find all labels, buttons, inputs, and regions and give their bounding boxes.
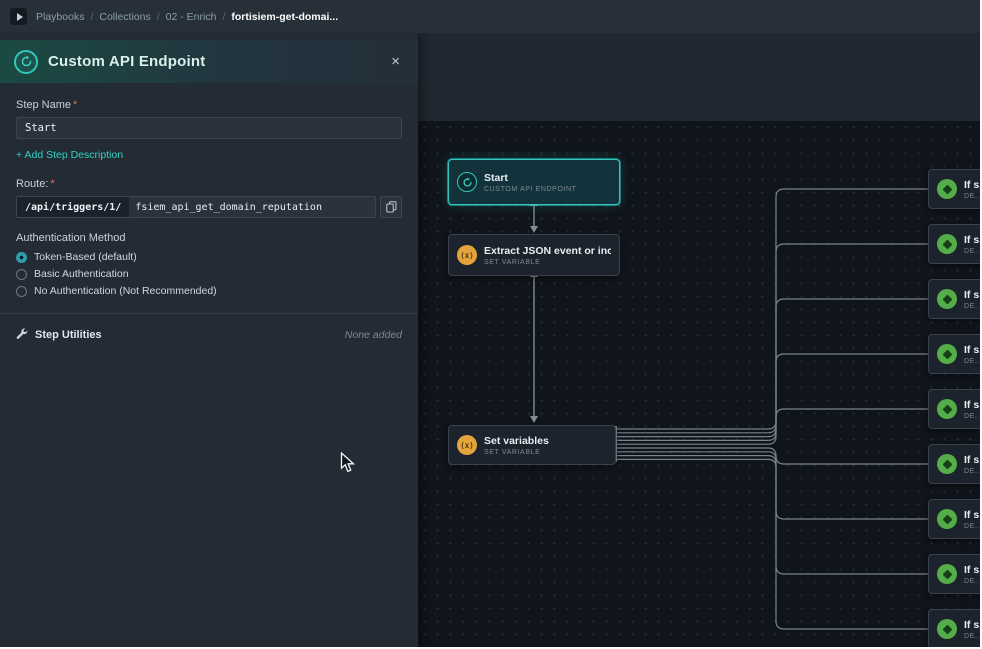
condition-node[interactable]: If s... DE... <box>928 279 980 319</box>
decision-icon <box>937 289 957 309</box>
variable-glyph: (x) <box>460 441 474 450</box>
node-title: Extract JSON event or inc... <box>484 245 611 257</box>
utilities-status: None added <box>345 329 402 341</box>
required-marker: * <box>73 99 77 111</box>
required-marker: * <box>50 178 54 190</box>
route-input[interactable] <box>129 197 375 217</box>
node-title: If s... <box>964 619 980 631</box>
node-title: Start <box>484 172 611 184</box>
node-subtitle: DE... <box>964 358 980 365</box>
decision-icon <box>937 179 957 199</box>
radio-icon[interactable] <box>16 269 27 280</box>
step-name-label: Step Name* <box>16 99 402 111</box>
breadcrumb-current: fortisiem-get-domai... <box>231 11 338 23</box>
radio-icon[interactable] <box>16 286 27 297</box>
node-subtitle: DE... <box>964 523 980 530</box>
play-icon <box>17 13 23 21</box>
decision-icon <box>937 344 957 364</box>
set-variables-node[interactable]: (x) Set variables SET VARIABLE <box>448 425 616 465</box>
node-subtitle: DE... <box>964 248 980 255</box>
node-title: If s... <box>964 179 980 191</box>
app-window: Playbooks / Collections / 02 - Enrich / fortis… <box>0 0 980 647</box>
node-title: If s... <box>964 289 980 301</box>
node-title: Set variables <box>484 435 607 447</box>
node-subtitle: DE... <box>964 468 980 475</box>
set-variable-icon: (x) <box>457 435 477 455</box>
node-title: If s... <box>964 454 980 466</box>
set-variable-icon: (x) <box>457 245 477 265</box>
node-title: If s... <box>964 399 980 411</box>
node-subtitle: DE... <box>964 578 980 585</box>
node-subtitle: CUSTOM API ENDPOINT <box>484 186 611 193</box>
breadcrumb-link[interactable]: Collections <box>99 11 150 23</box>
node-subtitle: DE... <box>964 413 980 420</box>
auth-method-label: Authentication Method <box>16 232 402 244</box>
extract-node[interactable]: (x) Extract JSON event or inc... SET VAR… <box>448 234 620 276</box>
playbook-canvas-area: Start CUSTOM API ENDPOINT (x) Extract JS… <box>418 33 980 647</box>
decision-icon <box>937 399 957 419</box>
auth-option-label: Basic Authentication <box>34 268 129 280</box>
step-utilities-section[interactable]: Step Utilities None added <box>16 314 402 356</box>
playbook-icon <box>10 8 27 25</box>
auth-option[interactable]: No Authentication (Not Recommended) <box>16 285 402 297</box>
panel-header: Custom API Endpoint × <box>0 40 418 83</box>
node-title: If s... <box>964 509 980 521</box>
breadcrumb-separator: / <box>90 11 93 23</box>
node-subtitle: SET VARIABLE <box>484 259 611 266</box>
breadcrumb: Playbooks / Collections / 02 - Enrich / fortis… <box>36 11 338 23</box>
node-subtitle: SET VARIABLE <box>484 449 607 456</box>
node-title: If s... <box>964 564 980 576</box>
variable-glyph: (x) <box>460 251 474 260</box>
connector-layer <box>418 33 980 647</box>
condition-node[interactable]: If s... DE... <box>928 554 980 594</box>
add-step-description-link[interactable]: + Add Step Description <box>16 149 123 161</box>
decision-icon <box>937 454 957 474</box>
breadcrumb-bar: Playbooks / Collections / 02 - Enrich / fortis… <box>0 0 980 33</box>
auth-option[interactable]: Basic Authentication <box>16 268 402 280</box>
panel-body: Step Name* + Add Step Description Route:… <box>0 83 418 372</box>
step-utilities-label: Step Utilities <box>35 329 338 341</box>
condition-node[interactable]: If s... DE... <box>928 334 980 374</box>
node-subtitle: DE... <box>964 633 980 640</box>
condition-node[interactable]: If s... DE... <box>928 169 980 209</box>
route-row: /api/triggers/1/ <box>16 196 402 218</box>
route-prefix: /api/triggers/1/ <box>17 197 129 217</box>
decision-icon <box>937 509 957 529</box>
custom-api-endpoint-icon <box>14 50 38 74</box>
node-subtitle: DE... <box>964 193 980 200</box>
route-field: /api/triggers/1/ <box>16 196 376 218</box>
node-title: If s... <box>964 344 980 356</box>
auth-option[interactable]: Token-Based (default) <box>16 251 402 263</box>
node-title: If s... <box>964 234 980 246</box>
breadcrumb-separator: / <box>157 11 160 23</box>
condition-node[interactable]: If s... DE... <box>928 389 980 429</box>
condition-node[interactable]: If s... DE... <box>928 609 980 647</box>
step-config-panel: Custom API Endpoint × Step Name* + Add S… <box>0 33 418 647</box>
breadcrumb-link[interactable]: Playbooks <box>36 11 84 23</box>
node-subtitle: DE... <box>964 303 980 310</box>
api-endpoint-icon <box>457 172 477 192</box>
decision-icon <box>937 234 957 254</box>
radio-selected-icon[interactable] <box>16 252 27 263</box>
auth-option-label: Token-Based (default) <box>34 251 137 263</box>
close-icon[interactable]: × <box>387 50 404 73</box>
breadcrumb-link[interactable]: 02 - Enrich <box>166 11 217 23</box>
decision-icon <box>937 564 957 584</box>
start-node[interactable]: Start CUSTOM API ENDPOINT <box>448 159 620 205</box>
condition-node[interactable]: If s... DE... <box>928 499 980 539</box>
breadcrumb-separator: / <box>222 11 225 23</box>
copy-icon <box>386 201 397 213</box>
condition-node[interactable]: If s... DE... <box>928 444 980 484</box>
condition-node[interactable]: If s... DE... <box>928 224 980 264</box>
route-label: Route:* <box>16 178 402 190</box>
wrench-icon <box>16 326 28 344</box>
decision-icon <box>937 619 957 639</box>
auth-options: Token-Based (default) Basic Authenticatio… <box>16 251 402 297</box>
panel-title: Custom API Endpoint <box>48 53 377 70</box>
step-name-input[interactable] <box>16 117 402 139</box>
auth-option-label: No Authentication (Not Recommended) <box>34 285 217 297</box>
copy-route-button[interactable] <box>380 196 402 218</box>
